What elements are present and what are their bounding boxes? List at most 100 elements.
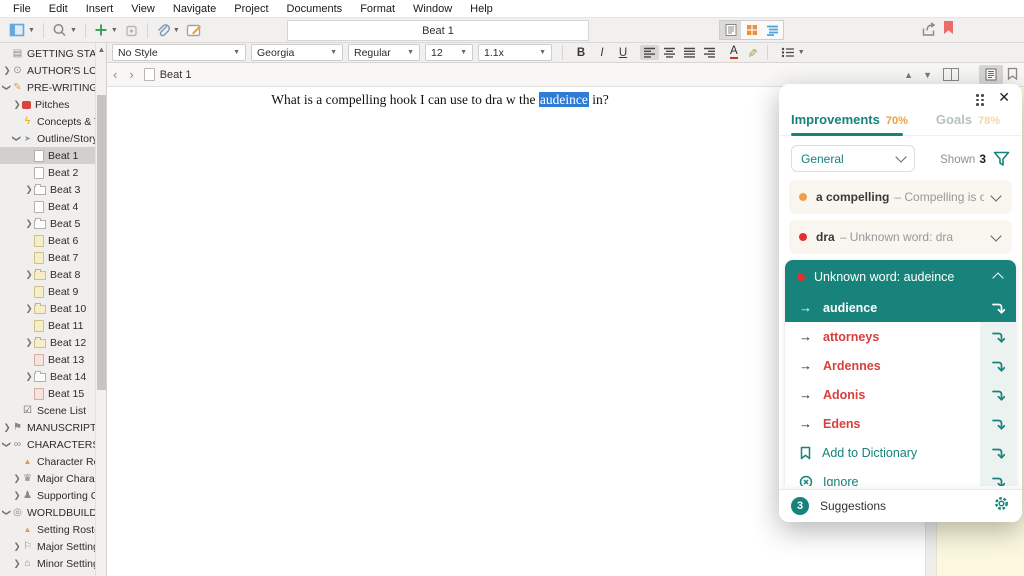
suggestion-attorneys[interactable]: →attorneys bbox=[785, 322, 1016, 351]
suggestion-ardennes[interactable]: →Ardennes bbox=[785, 351, 1016, 380]
disclosure-right-icon[interactable]: ❯ bbox=[25, 371, 32, 382]
binder-item-beat-12[interactable]: ❯Beat 12 bbox=[0, 334, 95, 351]
tab-improvements[interactable]: Improvements bbox=[791, 112, 880, 127]
disclosure-right-icon[interactable]: ❯ bbox=[13, 541, 20, 552]
next-doc-button[interactable]: ▼ bbox=[918, 70, 937, 80]
binder-item-major-settings[interactable]: ❯⚐Major Settings bbox=[0, 538, 95, 555]
apply-suggestion-button[interactable] bbox=[980, 293, 1016, 322]
line-spacing-select[interactable]: 1.1x▼ bbox=[478, 44, 552, 61]
binder-item-author-s-log[interactable]: ❯⊙AUTHOR'S LOG bbox=[0, 62, 95, 79]
share-button[interactable] bbox=[921, 22, 937, 42]
disclosure-right-icon[interactable]: ❯ bbox=[25, 303, 32, 314]
layout-view-button[interactable]: ▼ bbox=[9, 23, 35, 37]
menu-format[interactable]: Format bbox=[351, 3, 404, 15]
corkboard-view-button[interactable] bbox=[741, 21, 762, 39]
binder-item-beat-1[interactable]: Beat 1 bbox=[0, 147, 95, 164]
suggestion-audience[interactable]: →audience bbox=[785, 293, 1016, 322]
binder-item-beat-9[interactable]: Beat 9 bbox=[0, 283, 95, 300]
disclosure-right-icon[interactable]: ❯ bbox=[13, 490, 20, 501]
binder-item-characters[interactable]: ❯∞CHARACTERS bbox=[0, 436, 95, 453]
binder-item-beat-4[interactable]: Beat 4 bbox=[0, 198, 95, 215]
suggestion-edens[interactable]: →Edens bbox=[785, 409, 1016, 438]
improvement-card[interactable]: dra– Unknown word: dra bbox=[789, 220, 1012, 254]
binder-item-character-roster[interactable]: ▲Character Roster bbox=[0, 453, 95, 470]
binder-item-beat-14[interactable]: ❯Beat 14 bbox=[0, 368, 95, 385]
apply-suggestion-button[interactable] bbox=[980, 409, 1016, 438]
category-dropdown[interactable]: General bbox=[791, 145, 915, 172]
binder-item-major-characters[interactable]: ❯♛Major Characters bbox=[0, 470, 95, 487]
editor-text[interactable]: What is a compelling hook I can use to d… bbox=[180, 92, 700, 108]
binder-item-outline-storyb[interactable]: ❯➤Outline/Storyb... bbox=[0, 130, 95, 147]
disclosure-right-icon[interactable]: ❯ bbox=[13, 558, 20, 569]
menu-navigate[interactable]: Navigate bbox=[164, 3, 225, 15]
font-size-select[interactable]: 12▼ bbox=[425, 44, 473, 61]
binder-item-beat-5[interactable]: ❯Beat 5 bbox=[0, 215, 95, 232]
menu-edit[interactable]: Edit bbox=[40, 3, 77, 15]
bookmark-icon[interactable] bbox=[944, 21, 953, 34]
align-justify-button[interactable] bbox=[680, 45, 699, 60]
selected-word[interactable]: audeince bbox=[539, 92, 589, 107]
align-center-button[interactable] bbox=[660, 45, 679, 60]
binder-item-beat-11[interactable]: Beat 11 bbox=[0, 317, 95, 334]
trash-button[interactable] bbox=[124, 23, 139, 37]
settings-button[interactable] bbox=[993, 495, 1010, 517]
font-variant-select[interactable]: Regular▼ bbox=[348, 44, 420, 61]
disclosure-right-icon[interactable]: ❯ bbox=[25, 184, 32, 195]
binder-item-minor-settings[interactable]: ❯⌂Minor Settings bbox=[0, 555, 95, 572]
binder-item-beat-10[interactable]: ❯Beat 10 bbox=[0, 300, 95, 317]
forward-button[interactable]: › bbox=[123, 67, 139, 82]
align-left-button[interactable] bbox=[640, 45, 659, 60]
disclosure-right-icon[interactable]: ❯ bbox=[25, 218, 32, 229]
toolbar-document-title[interactable]: Beat 1 bbox=[287, 20, 589, 41]
compose-button[interactable] bbox=[186, 23, 202, 37]
disclosure-down-icon[interactable]: ❯ bbox=[2, 441, 13, 448]
chevron-down-icon[interactable] bbox=[990, 190, 1001, 201]
underline-button[interactable]: U bbox=[615, 47, 631, 59]
font-select[interactable]: Georgia▼ bbox=[251, 44, 343, 61]
filter-button[interactable] bbox=[993, 151, 1010, 167]
split-view-icon[interactable] bbox=[943, 68, 959, 81]
style-select[interactable]: No Style▼ bbox=[112, 44, 246, 61]
inspector-bookmark-button[interactable] bbox=[1007, 67, 1018, 83]
list-button[interactable]: ▼ bbox=[781, 47, 805, 58]
disclosure-right-icon[interactable]: ❯ bbox=[3, 422, 10, 433]
document-view-button[interactable] bbox=[720, 21, 741, 39]
disclosure-right-icon[interactable]: ❯ bbox=[25, 337, 32, 348]
apply-suggestion-button[interactable] bbox=[980, 322, 1016, 351]
binder-item-beat-3[interactable]: ❯Beat 3 bbox=[0, 181, 95, 198]
binder-item-setting-roster[interactable]: ▲Setting Roster bbox=[0, 521, 95, 538]
menu-help[interactable]: Help bbox=[461, 3, 502, 15]
disclosure-right-icon[interactable]: ❯ bbox=[3, 65, 10, 76]
binder-item-pitches[interactable]: ❯Pitches bbox=[0, 96, 95, 113]
binder-item-scene-list[interactable]: ☑Scene List bbox=[0, 402, 95, 419]
binder-item-beat-6[interactable]: Beat 6 bbox=[0, 232, 95, 249]
apply-action-button[interactable] bbox=[980, 438, 1016, 467]
italic-button[interactable]: I bbox=[594, 47, 610, 59]
menu-view[interactable]: View bbox=[122, 3, 164, 15]
attach-button[interactable]: ▼ bbox=[156, 23, 180, 37]
binder-item-getting-started[interactable]: ▤GETTING STARTED bbox=[0, 45, 95, 62]
disclosure-right-icon[interactable]: ❯ bbox=[25, 269, 32, 280]
binder-item-worldbuilding[interactable]: ❯◎WORLDBUILDING bbox=[0, 504, 95, 521]
align-right-button[interactable] bbox=[700, 45, 719, 60]
expanded-card-header[interactable]: Unknown word: audeince bbox=[785, 260, 1016, 293]
binder-item-beat-13[interactable]: Beat 13 bbox=[0, 351, 95, 368]
binder-item-beat-15[interactable]: Beat 15 bbox=[0, 385, 95, 402]
disclosure-down-icon[interactable]: ❯ bbox=[12, 135, 23, 142]
ignore-button[interactable]: Ignore bbox=[785, 467, 1016, 486]
disclosure-right-icon[interactable]: ❯ bbox=[13, 99, 20, 110]
drag-handle-icon[interactable] bbox=[976, 94, 984, 106]
apply-suggestion-button[interactable] bbox=[980, 380, 1016, 409]
binder-scrollbar-thumb[interactable] bbox=[97, 95, 106, 390]
chevron-down-icon[interactable] bbox=[990, 230, 1001, 241]
highlight-icon[interactable]: ✎ bbox=[745, 47, 759, 57]
inspector-notes-button[interactable] bbox=[979, 65, 1003, 84]
text-color-button[interactable]: A bbox=[730, 46, 738, 59]
suggestion-adonis[interactable]: →Adonis bbox=[785, 380, 1016, 409]
binder-item-manuscript[interactable]: ❯⚑MANUSCRIPT bbox=[0, 419, 95, 436]
apply-suggestion-button[interactable] bbox=[980, 351, 1016, 380]
menu-file[interactable]: File bbox=[4, 3, 40, 15]
disclosure-right-icon[interactable]: ❯ bbox=[13, 473, 20, 484]
menu-insert[interactable]: Insert bbox=[77, 3, 123, 15]
search-button[interactable]: ▼ bbox=[52, 23, 77, 37]
